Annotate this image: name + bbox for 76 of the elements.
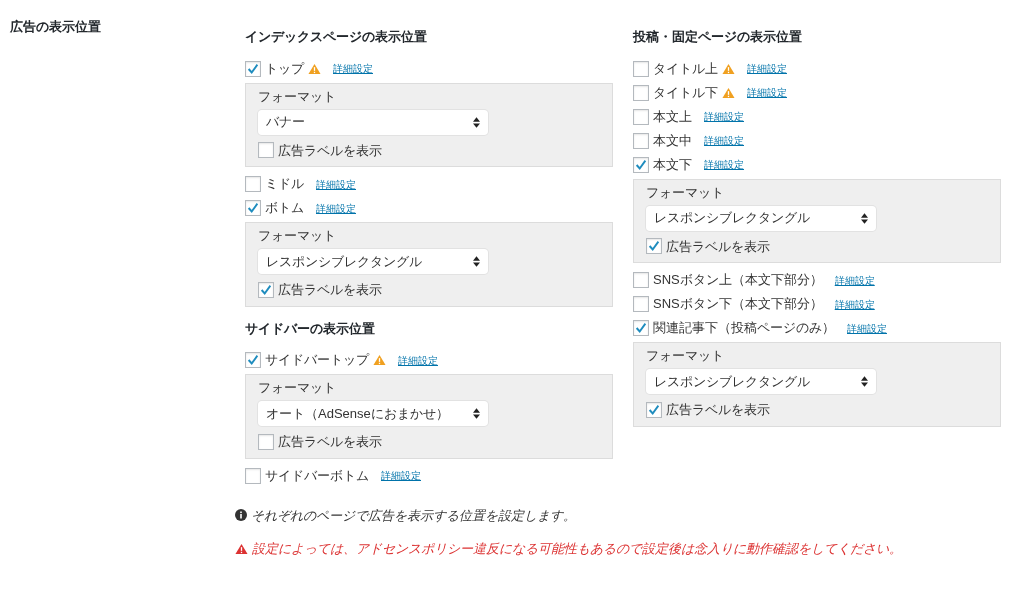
checkbox-label: SNSボタン下（本文下部分） [653, 295, 823, 314]
checkbox[interactable] [258, 433, 274, 450]
checkbox[interactable] [258, 142, 274, 159]
checkbox-label: 本文上 [653, 107, 692, 126]
updown-icon [861, 376, 868, 387]
details-link[interactable]: 詳細設定 [316, 176, 356, 192]
details-link[interactable]: 詳細設定 [747, 85, 787, 100]
checkbox-label: 広告ラベルを表示 [278, 141, 382, 160]
checkbox[interactable] [245, 176, 261, 192]
checkbox[interactable] [646, 238, 662, 255]
checkbox[interactable] [245, 467, 261, 484]
checkbox[interactable] [633, 320, 649, 336]
checkbox[interactable] [633, 156, 649, 173]
checkbox-label: 関連記事下（投稿ページのみ） [653, 319, 835, 338]
format-label: フォーマット [646, 347, 725, 365]
note-text: それぞれのページで広告を表示する位置を設定します。 [251, 506, 576, 525]
section-heading: インデックスページの表示位置 [245, 28, 428, 46]
checkbox-label: ボトム [265, 199, 304, 218]
updown-icon [473, 408, 480, 419]
details-link[interactable]: 詳細設定 [398, 352, 438, 368]
details-link[interactable]: 詳細設定 [747, 61, 787, 76]
format-select[interactable]: オート（AdSenseにおまかせ） [258, 401, 488, 426]
updown-icon [861, 212, 868, 224]
details-link[interactable]: 詳細設定 [333, 61, 373, 76]
checkbox[interactable] [633, 272, 649, 288]
warning-icon [722, 86, 735, 99]
format-select[interactable]: バナー [258, 109, 488, 135]
checkbox-label: 広告ラベルを表示 [278, 281, 382, 299]
checkbox[interactable] [633, 60, 649, 77]
format-label: フォーマット [258, 87, 337, 106]
format-label: フォーマット [646, 183, 725, 202]
format-label: フォーマット [258, 227, 337, 245]
checkbox[interactable] [646, 401, 662, 418]
checkbox[interactable] [633, 84, 649, 101]
note-text: 設定によっては、アドセンスポリシー違反になる可能性もあるので設定後は念入りに動作確認をしてください。 [252, 540, 902, 558]
updown-icon [473, 256, 480, 267]
warning-icon [373, 354, 386, 366]
info-icon [235, 509, 247, 522]
details-link[interactable]: 詳細設定 [704, 157, 744, 172]
format-select[interactable]: レスポンシブレクタングル [646, 205, 876, 231]
format-label: フォーマット [258, 379, 337, 397]
checkbox-label: 本文中 [653, 131, 692, 150]
details-link[interactable]: 詳細設定 [834, 296, 875, 312]
warning-icon [235, 542, 248, 555]
checkbox-label: 広告ラベルを表示 [278, 433, 382, 451]
checkbox-label: サイドバートップ [265, 351, 369, 370]
section-heading: 投稿・固定ページの表示位置 [633, 28, 803, 46]
checkbox-label: SNSボタン上（本文下部分） [653, 271, 823, 290]
details-link[interactable]: 詳細設定 [381, 468, 421, 483]
checkbox[interactable] [245, 60, 261, 77]
details-link[interactable]: 詳細設定 [704, 133, 744, 148]
format-select[interactable]: レスポンシブレクタングル [646, 369, 876, 394]
checkbox-label: 広告ラベルを表示 [666, 401, 770, 419]
format-select[interactable]: レスポンシブレクタングル [258, 249, 488, 274]
checkbox[interactable] [633, 132, 649, 149]
checkbox[interactable] [245, 352, 261, 368]
checkbox-label: ミドル [265, 175, 304, 194]
section-heading: サイドバーの表示位置 [245, 319, 376, 338]
details-link[interactable]: 詳細設定 [834, 272, 875, 288]
updown-icon [473, 116, 480, 128]
checkbox[interactable] [633, 108, 649, 125]
checkbox[interactable] [258, 281, 274, 298]
details-link[interactable]: 詳細設定 [316, 200, 356, 216]
field-label: 広告の表示位置 [10, 18, 102, 36]
checkbox-label: 広告ラベルを表示 [666, 237, 770, 256]
checkbox-label: タイトル上 [653, 59, 718, 78]
details-link[interactable]: 詳細設定 [847, 320, 887, 336]
warning-icon [722, 62, 735, 75]
checkbox-label: 本文下 [653, 155, 692, 174]
warning-icon [308, 62, 321, 75]
checkbox[interactable] [245, 200, 261, 216]
checkbox-label: トップ [265, 59, 304, 78]
checkbox-label: サイドバーボトム [265, 466, 369, 485]
checkbox[interactable] [633, 296, 649, 312]
details-link[interactable]: 詳細設定 [704, 109, 744, 124]
checkbox-label: タイトル下 [653, 83, 718, 102]
